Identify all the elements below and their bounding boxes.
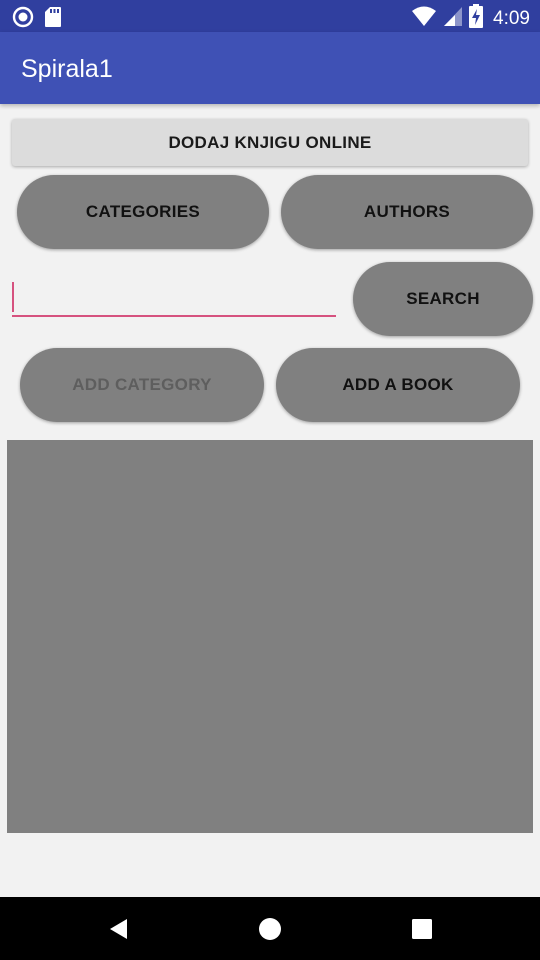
home-icon[interactable] [255, 914, 285, 944]
app-bar: Spirala1 [0, 32, 540, 104]
categories-button[interactable]: CATEGORIES [17, 175, 269, 249]
content-list[interactable] [7, 440, 533, 833]
signal-icon [443, 5, 463, 32]
battery-charging-icon [469, 4, 484, 33]
status-right: 4:09 [411, 4, 530, 33]
authors-button[interactable]: AUTHORS [281, 175, 533, 249]
wifi-icon [411, 5, 437, 32]
back-icon[interactable] [103, 914, 133, 944]
add-book-online-button[interactable]: DODAJ KNJIGU ONLINE [12, 119, 528, 166]
recents-icon[interactable] [407, 914, 437, 944]
sd-card-icon [44, 6, 62, 33]
navigation-bar [0, 897, 540, 960]
status-left [12, 6, 62, 33]
search-input[interactable] [12, 279, 336, 317]
sync-icon [12, 6, 34, 33]
app-title: Spirala1 [21, 55, 113, 83]
search-button[interactable]: SEARCH [353, 262, 533, 336]
text-cursor [12, 282, 14, 312]
screen: 4:09 Spirala1 DODAJ KNJIGU ONLINE CATEGO… [0, 0, 540, 960]
add-category-button[interactable]: ADD CATEGORY [20, 348, 264, 422]
status-time: 4:09 [493, 7, 530, 29]
add-book-button[interactable]: ADD A BOOK [276, 348, 520, 422]
status-bar: 4:09 [0, 0, 540, 32]
